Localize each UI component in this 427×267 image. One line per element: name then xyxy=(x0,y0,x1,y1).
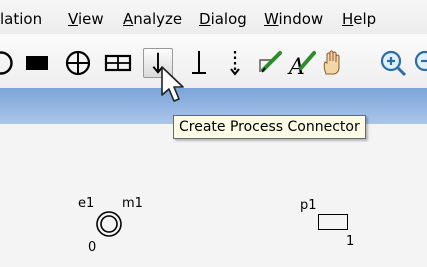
element-p1-label: p1 xyxy=(300,198,317,213)
model-canvas[interactable]: e1 m1 0 p1 1 xyxy=(0,124,427,267)
menu-bar: lation View Analyze Dialog Window Help xyxy=(0,0,427,34)
tooltip: Create Process Connector xyxy=(173,115,366,139)
split-rect-tool-icon[interactable] xyxy=(103,48,133,78)
menu-simulation[interactable]: lation xyxy=(0,10,42,28)
dotted-arrow-icon[interactable] xyxy=(220,48,250,78)
element-e1-label: e1 xyxy=(78,196,95,211)
mouse-pointer-icon xyxy=(160,66,186,104)
element-p1-index: 1 xyxy=(346,234,355,249)
menu-help[interactable]: Help xyxy=(342,10,376,28)
menu-analyze[interactable]: Analyze xyxy=(123,10,182,28)
text-pen-icon[interactable]: A xyxy=(287,48,317,78)
menu-dialog[interactable]: Dialog xyxy=(199,10,247,28)
element-m1-label: m1 xyxy=(122,196,143,211)
circle-tool-icon[interactable] xyxy=(0,48,16,78)
connector-icon[interactable] xyxy=(184,48,214,78)
menu-window[interactable]: Window xyxy=(264,10,323,28)
menu-view[interactable]: View xyxy=(68,10,104,28)
zoom-out-icon[interactable] xyxy=(412,48,427,78)
pen-edit-icon[interactable] xyxy=(254,48,284,78)
zoom-in-icon[interactable] xyxy=(378,48,408,78)
double-circle-element[interactable] xyxy=(94,209,124,239)
filled-rect-tool-icon[interactable] xyxy=(22,48,52,78)
hand-pan-icon[interactable] xyxy=(318,48,348,78)
toolbar: A xyxy=(0,34,427,88)
crosshair-circle-tool-icon[interactable] xyxy=(63,48,93,78)
process-rect-element[interactable] xyxy=(318,214,348,230)
element-e1-index: 0 xyxy=(88,240,97,255)
